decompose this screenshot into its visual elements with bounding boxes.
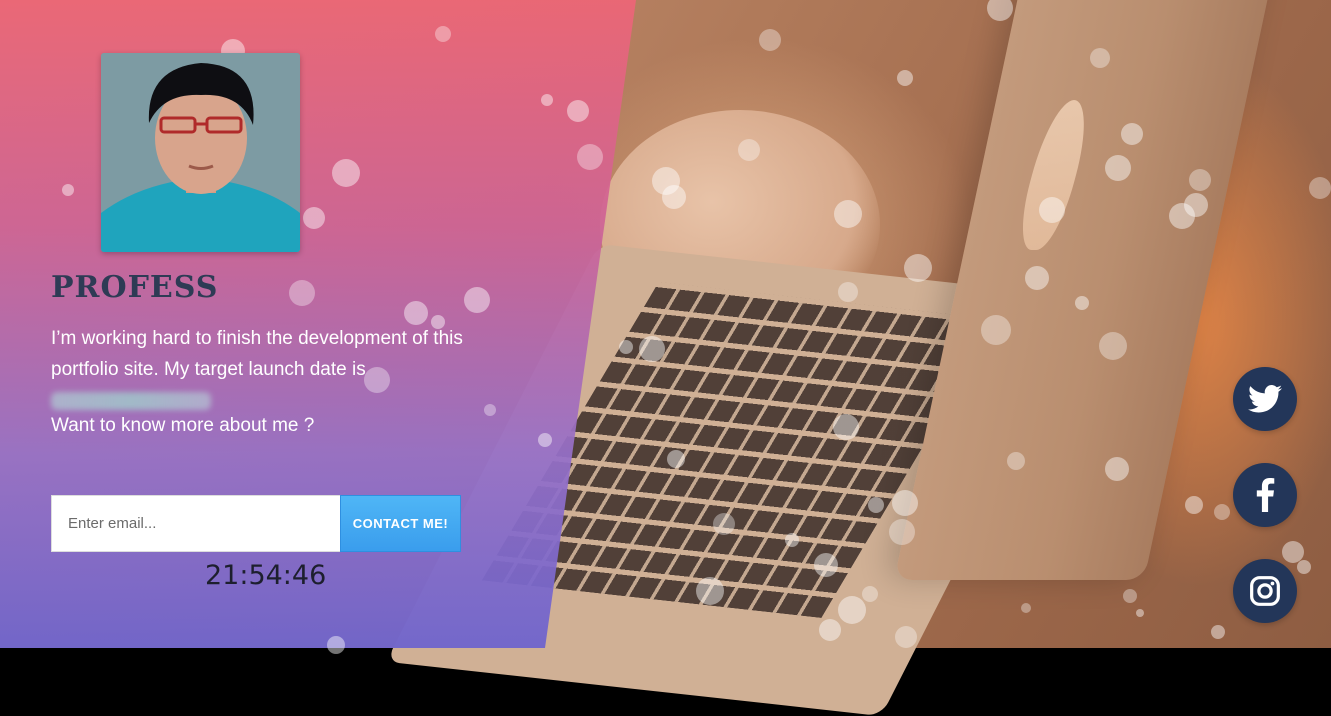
instagram-button[interactable]: [1233, 559, 1297, 623]
bubble-decoration: [833, 414, 859, 440]
bubble-decoration: [1123, 589, 1137, 603]
bubble-decoration: [1039, 197, 1065, 223]
bubble-decoration: [814, 553, 838, 577]
bubble-decoration: [1211, 625, 1225, 639]
bubble-decoration: [895, 626, 917, 648]
bubble-decoration: [1090, 48, 1110, 68]
redacted-launch-date: [51, 392, 211, 410]
facebook-button[interactable]: [1233, 463, 1297, 527]
bubble-decoration: [667, 450, 685, 468]
twitter-icon: [1248, 385, 1282, 413]
bubble-decoration: [1297, 560, 1311, 574]
bubble-decoration: [1105, 155, 1131, 181]
bubble-decoration: [639, 336, 665, 362]
bubble-decoration: [1025, 266, 1049, 290]
description-text: I’m working hard to finish the developme…: [51, 323, 471, 420]
bubble-decoration: [1099, 332, 1127, 360]
bubble-decoration: [1021, 603, 1031, 613]
contact-form: CONTACT ME!: [51, 495, 461, 552]
bubble-decoration: [1309, 177, 1331, 199]
bubble-decoration: [838, 596, 866, 624]
bubble-decoration: [1189, 169, 1211, 191]
bubble-decoration: [1185, 496, 1203, 514]
bubble-decoration: [862, 586, 878, 602]
bubble-decoration: [713, 513, 735, 535]
bubble-decoration: [1105, 457, 1129, 481]
avatar: [101, 53, 300, 252]
bubble-decoration: [759, 29, 781, 51]
bubble-decoration: [889, 519, 915, 545]
bubble-decoration: [819, 619, 841, 641]
bubble-decoration: [1007, 452, 1025, 470]
bubble-decoration: [1075, 296, 1089, 310]
hero-content: PROFESS I’m working hard to finish the d…: [0, 0, 640, 648]
bubble-decoration: [1121, 123, 1143, 145]
bubble-decoration: [838, 282, 858, 302]
bubble-decoration: [738, 139, 760, 161]
bubble-decoration: [904, 254, 932, 282]
bubble-decoration: [897, 70, 913, 86]
bubble-decoration: [662, 185, 686, 209]
description-body: I’m working hard to finish the developme…: [51, 328, 463, 380]
bubble-decoration: [785, 533, 799, 547]
email-input[interactable]: [51, 495, 340, 552]
bubble-decoration: [696, 577, 724, 605]
brand-title: PROFESS: [51, 270, 219, 305]
bubble-decoration: [1169, 203, 1195, 229]
bubble-decoration: [868, 497, 884, 513]
bubble-decoration: [1136, 609, 1144, 617]
clock-time: 21:54:46: [205, 560, 327, 591]
about-question: Want to know more about me ?: [51, 415, 315, 436]
twitter-button[interactable]: [1233, 367, 1297, 431]
contact-button[interactable]: CONTACT ME!: [340, 495, 461, 552]
bubble-decoration: [834, 200, 862, 228]
instagram-icon: [1250, 576, 1280, 606]
bubble-decoration: [892, 490, 918, 516]
bubble-decoration: [1214, 504, 1230, 520]
bubble-decoration: [981, 315, 1011, 345]
facebook-icon: [1256, 478, 1275, 512]
